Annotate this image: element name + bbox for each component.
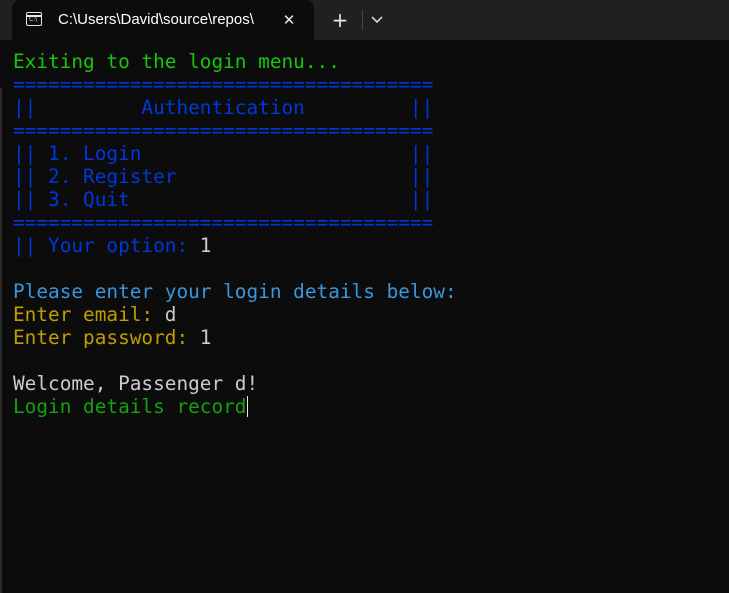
chevron-down-icon[interactable] bbox=[366, 9, 388, 31]
terminal-tab[interactable]: C:\ C:\Users\David\source\repos\ ✕ bbox=[12, 0, 314, 40]
option-prompt-label: || Your option: bbox=[13, 234, 200, 257]
menu-option-quit: || 3. Quit || bbox=[13, 188, 434, 211]
email-line: Enter email: d bbox=[13, 303, 457, 326]
menu-border-bottom: ==================================== bbox=[13, 211, 434, 234]
exiting-message: Exiting to the login menu... bbox=[13, 50, 340, 73]
terminal-icon: C:\ bbox=[26, 12, 42, 26]
menu-border-top: ==================================== bbox=[13, 73, 434, 96]
password-label: Enter password: bbox=[13, 326, 200, 349]
login-details-prompt: Please enter your login details below: bbox=[13, 280, 457, 303]
tab-title: C:\Users\David\source\repos\ bbox=[58, 11, 254, 28]
menu-option-login: || 1. Login || bbox=[13, 142, 434, 165]
blank-line bbox=[13, 349, 457, 372]
record-message: Login details record bbox=[13, 395, 247, 418]
new-tab-button[interactable]: + bbox=[328, 9, 352, 31]
text-cursor bbox=[247, 396, 249, 417]
password-value: 1 bbox=[199, 326, 212, 349]
email-label: Enter email: bbox=[13, 303, 165, 326]
password-line: Enter password: 1 bbox=[13, 326, 457, 349]
tab-separator bbox=[362, 10, 363, 30]
menu-border-mid: ==================================== bbox=[13, 119, 434, 142]
terminal-lines: Exiting to the login menu... ===========… bbox=[13, 50, 457, 418]
option-prompt-line: || Your option: 1 bbox=[13, 234, 457, 257]
tab-bar: C:\ C:\Users\David\source\repos\ ✕ + bbox=[0, 0, 729, 40]
close-icon[interactable]: ✕ bbox=[278, 9, 300, 31]
left-window-edge bbox=[0, 88, 2, 593]
menu-option-register: || 2. Register || bbox=[13, 165, 434, 188]
option-input-value: 1 bbox=[199, 234, 212, 257]
welcome-message: Welcome, Passenger d! bbox=[13, 372, 259, 395]
blank-line bbox=[13, 257, 457, 280]
menu-title: || Authentication || bbox=[13, 96, 434, 119]
email-value: d bbox=[164, 303, 177, 326]
record-line: Login details record bbox=[13, 395, 457, 418]
